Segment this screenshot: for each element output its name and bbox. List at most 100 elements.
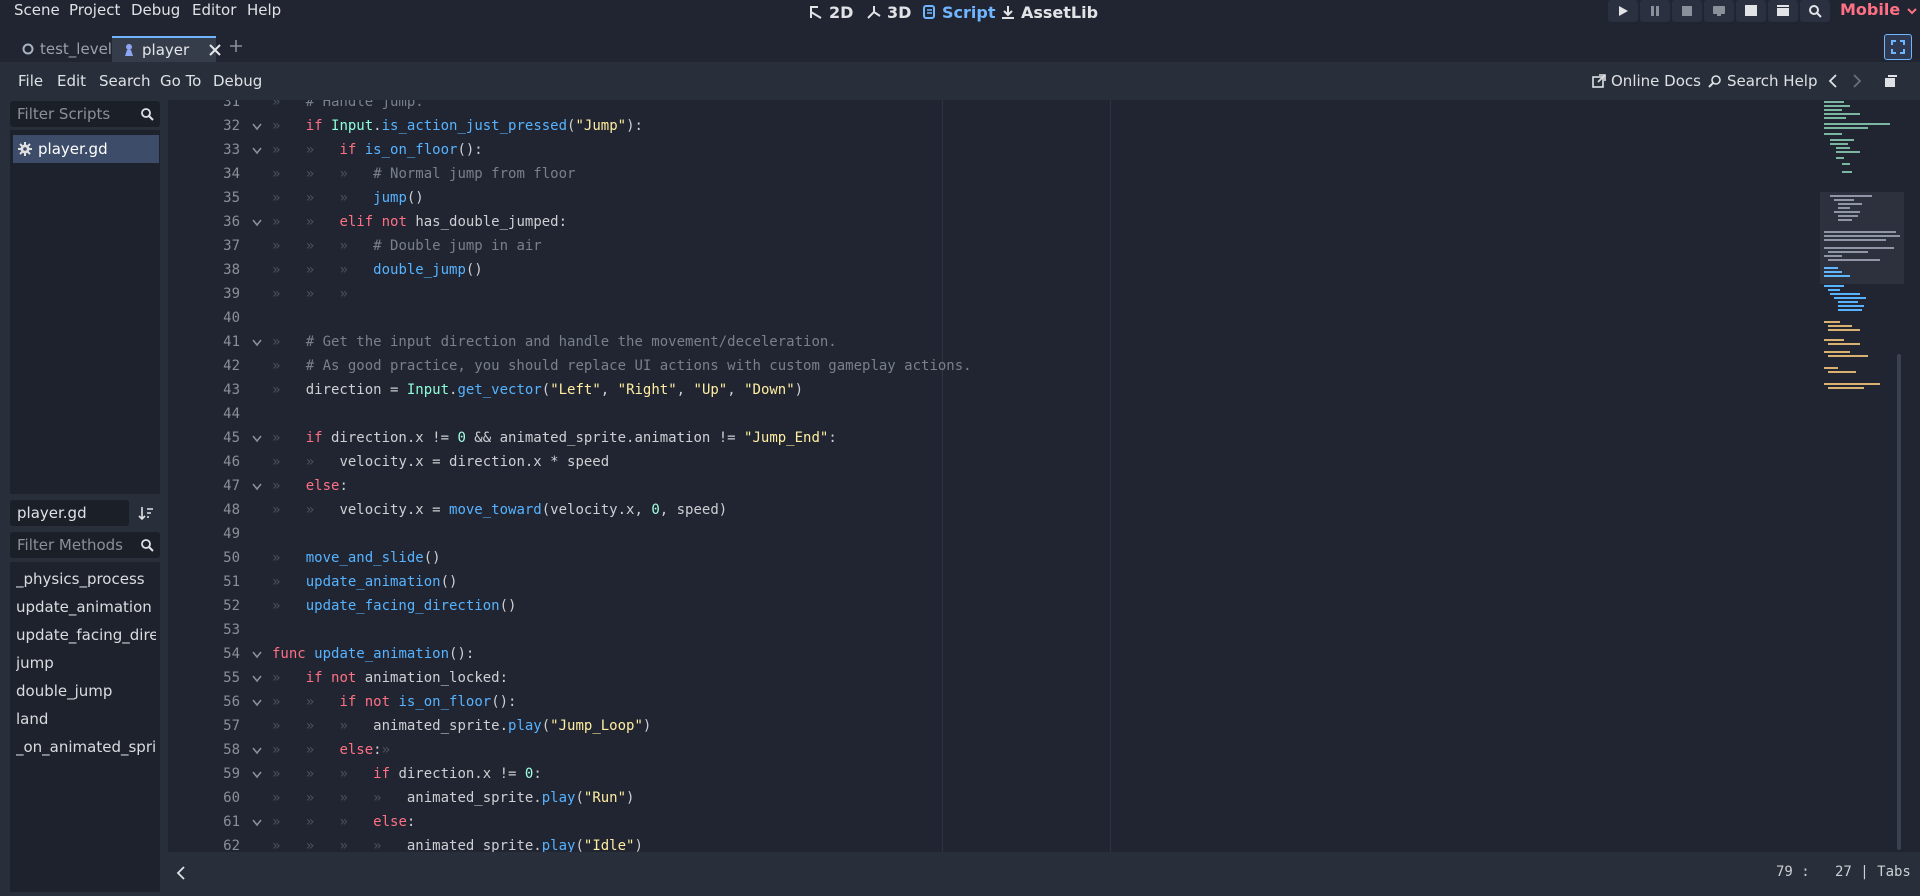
history-forward-button[interactable]	[1852, 74, 1862, 88]
code-line[interactable]: 36 » » elif not has_double_jumped:	[168, 212, 1904, 236]
code-line[interactable]: 62 » » » » animated_sprite.play("Idle")	[168, 836, 1904, 852]
search-help-button[interactable]: Search Help	[1708, 72, 1818, 90]
code-line[interactable]: 38 » » » double_jump()	[168, 260, 1904, 284]
code-text: » move_and_slide()	[272, 550, 441, 566]
movie-maker-button[interactable]	[1800, 0, 1830, 22]
menu-project[interactable]: Project	[69, 0, 120, 22]
script-menu-search[interactable]: Search	[99, 72, 151, 90]
tab-test-level[interactable]: test_level	[12, 36, 128, 62]
line-number: 47	[223, 478, 240, 494]
code-line[interactable]: 51 » update_animation()	[168, 572, 1904, 596]
history-back-button[interactable]	[1828, 74, 1838, 88]
search-icon	[140, 107, 154, 121]
plus-icon	[228, 38, 244, 54]
method-item[interactable]: double_jump	[16, 681, 156, 701]
script-menu-debug[interactable]: Debug	[213, 72, 262, 90]
code-line[interactable]: 58 » » else:»	[168, 740, 1904, 764]
code-line[interactable]: 55 » if not animation_locked:	[168, 668, 1904, 692]
fold-arrow-icon[interactable]	[252, 219, 262, 227]
fold-arrow-icon[interactable]	[252, 651, 262, 659]
code-line[interactable]: 47 » else:	[168, 476, 1904, 500]
code-line[interactable]: 48 » » velocity.x = move_toward(velocity.…	[168, 500, 1904, 524]
code-line[interactable]: 43 » direction = Input.get_vector("Left",…	[168, 380, 1904, 404]
code-line[interactable]: 45 » if direction.x != 0 && animated_spri…	[168, 428, 1904, 452]
workspace-script-button[interactable]: Script	[921, 0, 995, 24]
fold-arrow-icon[interactable]	[252, 675, 262, 683]
play-button[interactable]	[1608, 0, 1638, 22]
code-line[interactable]: 33 » » if is_on_floor():	[168, 140, 1904, 164]
fold-arrow-icon[interactable]	[252, 435, 262, 443]
pause-button[interactable]	[1640, 0, 1670, 22]
script-menu-edit[interactable]: Edit	[57, 72, 86, 90]
fold-arrow-icon[interactable]	[252, 123, 262, 131]
menu-editor[interactable]: Editor	[192, 0, 236, 22]
online-docs-link[interactable]: Online Docs	[1592, 72, 1701, 90]
code-line[interactable]: 60 » » » » animated_sprite.play("Run")	[168, 788, 1904, 812]
fold-arrow-icon[interactable]	[252, 747, 262, 755]
fold-arrow-icon[interactable]	[252, 483, 262, 491]
remote-debug-button[interactable]	[1704, 0, 1734, 22]
make-floating-button[interactable]	[1884, 74, 1898, 88]
code-line[interactable]: 56 » » if not is_on_floor():	[168, 692, 1904, 716]
method-item[interactable]: update_animation	[16, 597, 156, 617]
code-line[interactable]: 59 » » » if direction.x != 0:	[168, 764, 1904, 788]
code-line[interactable]: 39 » » »	[168, 284, 1904, 308]
code-line[interactable]: 31 » # Handle jump.	[168, 100, 1904, 116]
code-line[interactable]: 41 » # Get the input direction and handle…	[168, 332, 1904, 356]
workspace-assetlib-button[interactable]: AssetLib	[1000, 0, 1098, 24]
code-text: » » if not is_on_floor():	[272, 694, 517, 710]
menu-scene[interactable]: Scene	[14, 0, 60, 22]
menu-help[interactable]: Help	[247, 0, 281, 22]
method-item[interactable]: _on_animated_spri...	[16, 737, 156, 757]
method-item[interactable]: update_facing_dire...	[16, 625, 156, 645]
code-line[interactable]: 35 » » » jump()	[168, 188, 1904, 212]
play-custom-scene-button[interactable]	[1768, 0, 1798, 22]
filter-methods-input[interactable]: Filter Methods	[10, 532, 160, 558]
fold-arrow-icon[interactable]	[252, 699, 262, 707]
script-menu-goto[interactable]: Go To	[160, 72, 201, 90]
minimap-viewport[interactable]	[1820, 192, 1904, 284]
code-text: » # Get the input direction and handle t…	[272, 334, 837, 350]
line-number: 51	[223, 574, 240, 590]
editor-scrollbar[interactable]	[1897, 354, 1901, 850]
code-line[interactable]: 37 » » » # Double jump in air	[168, 236, 1904, 260]
code-line[interactable]: 52 » update_facing_direction()	[168, 596, 1904, 620]
code-line[interactable]: 50 » move_and_slide()	[168, 548, 1904, 572]
renderer-select[interactable]: Mobile	[1840, 0, 1918, 22]
fold-arrow-icon[interactable]	[252, 771, 262, 779]
line-number: 32	[223, 118, 240, 134]
script-menu-file[interactable]: File	[18, 72, 43, 90]
code-line[interactable]: 46 » » velocity.x = direction.x * speed	[168, 452, 1904, 476]
code-line[interactable]: 54 func update_animation():	[168, 644, 1904, 668]
tab-player[interactable]: player	[112, 36, 221, 62]
code-line[interactable]: 57 » » » animated_sprite.play("Jump_Loop"…	[168, 716, 1904, 740]
method-item[interactable]: land	[16, 709, 156, 729]
toggle-scripts-panel-button[interactable]	[176, 866, 186, 880]
fold-arrow-icon[interactable]	[252, 339, 262, 347]
code-line[interactable]: 53	[168, 620, 1904, 644]
code-line[interactable]: 32 » if Input.is_action_just_pressed("Jum…	[168, 116, 1904, 140]
filter-scripts-input[interactable]: Filter Scripts	[10, 101, 160, 127]
code-line[interactable]: 44	[168, 404, 1904, 428]
code-line[interactable]: 42 » # As good practice, you should repla…	[168, 356, 1904, 380]
add-tab-button[interactable]	[228, 38, 244, 54]
workspace-2d-button[interactable]: 2D	[808, 0, 853, 24]
play-scene-button[interactable]	[1736, 0, 1766, 22]
fold-arrow-icon[interactable]	[252, 819, 262, 827]
code-line[interactable]: 40	[168, 308, 1904, 332]
menu-debug[interactable]: Debug	[131, 0, 180, 22]
sort-button[interactable]	[138, 505, 154, 521]
script-list-item[interactable]: player.gd	[13, 135, 159, 163]
workspace-3d-button[interactable]: 3D	[866, 0, 911, 24]
code-line[interactable]: 61 » » » else:	[168, 812, 1904, 836]
code-line[interactable]: 49	[168, 524, 1904, 548]
method-item[interactable]: _physics_process	[16, 569, 156, 589]
code-minimap[interactable]	[1820, 100, 1904, 852]
stop-button[interactable]	[1672, 0, 1702, 22]
code-line[interactable]: 34 » » » # Normal jump from floor	[168, 164, 1904, 188]
distraction-free-button[interactable]	[1884, 34, 1912, 60]
code-editor[interactable]: 31 » # Handle jump. 32 » if Input.is_action…	[168, 100, 1904, 852]
fold-arrow-icon[interactable]	[252, 147, 262, 155]
method-item[interactable]: jump	[16, 653, 156, 673]
close-icon[interactable]	[209, 44, 221, 56]
